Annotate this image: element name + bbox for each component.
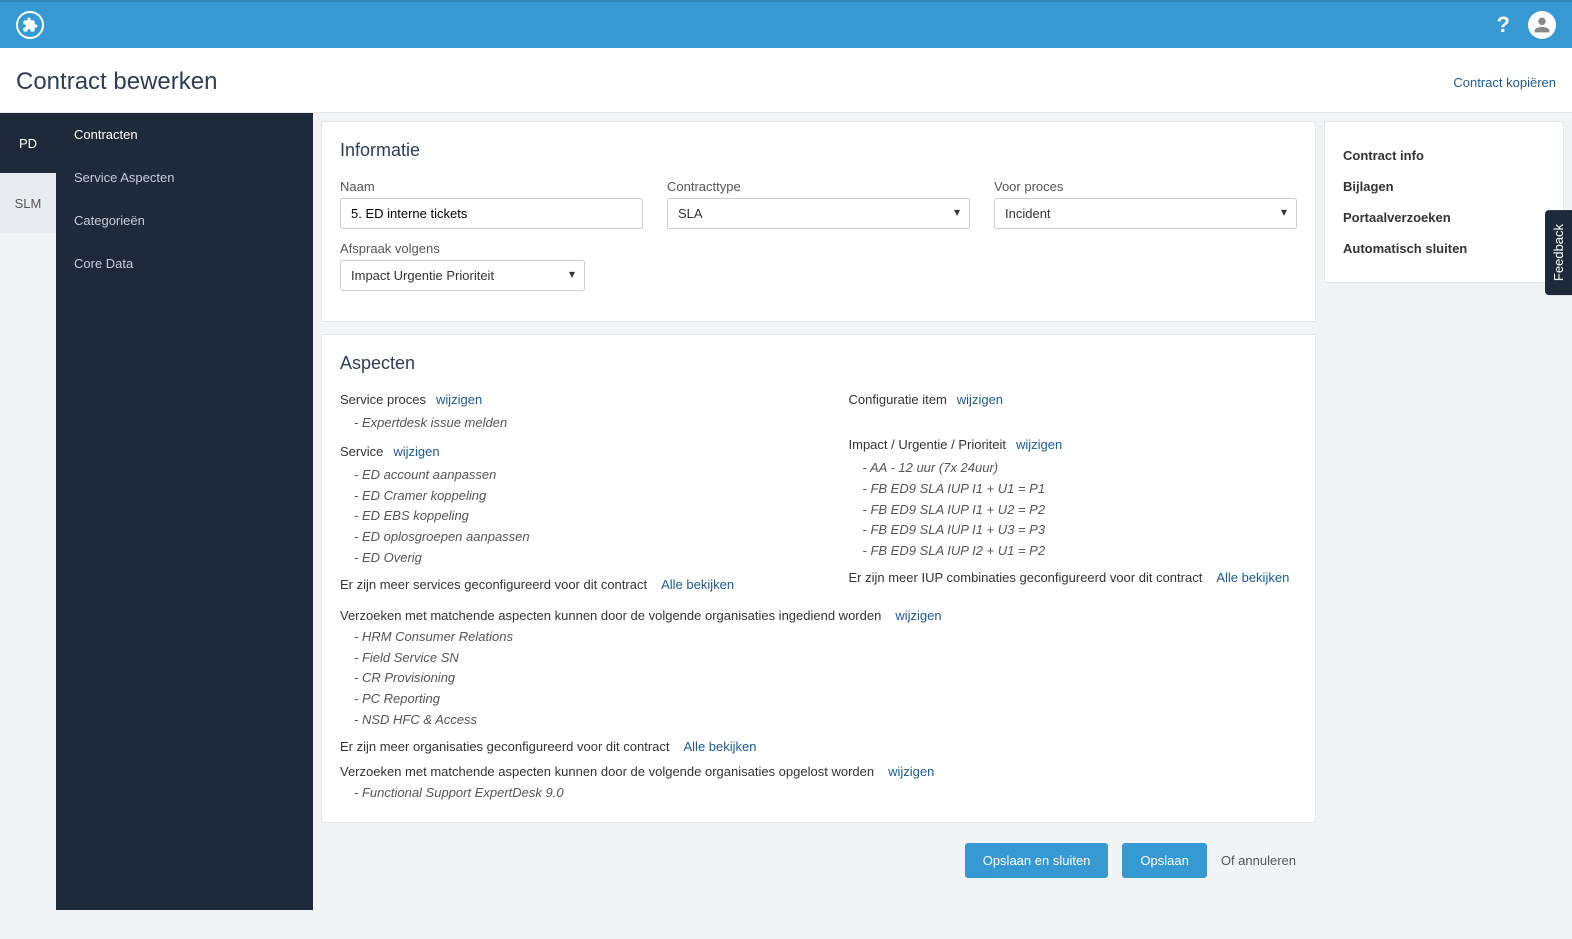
list-item: FB ED9 SLA IUP I1 + U1 = P1 — [863, 479, 1298, 500]
sidebar-tab-pd[interactable]: PD — [0, 113, 56, 173]
informatie-card: Informatie Naam Contracttype SLA Voor pr… — [321, 121, 1316, 322]
iup-wijzigen[interactable]: wijzigen — [1016, 437, 1062, 452]
aspect-col-right: Configuratie item wijzigen Impact / Urge… — [849, 392, 1298, 596]
org-indienen-label: Verzoeken met matchende aspecten kunnen … — [340, 608, 881, 623]
list-item: Functional Support ExpertDesk 9.0 — [354, 783, 1297, 804]
sidebar-tabs: PD SLM — [0, 113, 56, 910]
page-title: Contract bewerken — [16, 68, 217, 96]
org-indienen-more-text: Er zijn meer organisaties geconfigureerd… — [340, 739, 670, 754]
org-oplossen-label: Verzoeken met matchende aspecten kunnen … — [340, 764, 874, 779]
list-item: CR Provisioning — [354, 668, 1297, 689]
field-afspraak: Afspraak volgens Impact Urgentie Priorit… — [340, 241, 585, 291]
service-more-text: Er zijn meer services geconfigureerd voo… — [340, 577, 647, 592]
sidebar-item-contracten[interactable]: Contracten — [56, 113, 313, 156]
afspraak-select[interactable]: Impact Urgentie Prioriteit — [340, 260, 585, 291]
topbar: ? — [0, 0, 1572, 48]
cancel-link[interactable]: Of annuleren — [1221, 853, 1296, 868]
list-item: Field Service SN — [354, 648, 1297, 669]
iup-more-text: Er zijn meer IUP combinaties geconfigure… — [849, 570, 1203, 585]
org-oplossen-wijzigen[interactable]: wijzigen — [888, 764, 934, 779]
right-column: Contract info Bijlagen Portaalverzoeken … — [1324, 121, 1564, 902]
aspecten-card: Aspecten Service proces wijzigen Expertd… — [321, 334, 1316, 823]
list-item: NSD HFC & Access — [354, 710, 1297, 731]
sidebar-item-core-data[interactable]: Core Data — [56, 242, 313, 285]
save-button[interactable]: Opslaan — [1122, 843, 1206, 878]
list-item: ED Overig — [354, 548, 789, 569]
iup-list: AA - 12 uur (7x 24uur) FB ED9 SLA IUP I1… — [849, 458, 1298, 562]
list-item: FB ED9 SLA IUP I2 + U1 = P2 — [863, 541, 1298, 562]
informatie-title: Informatie — [340, 140, 1297, 161]
topbar-left — [16, 11, 44, 39]
contracttype-select[interactable]: SLA — [667, 198, 970, 229]
layout: PD SLM Contracten Service Aspecten Categ… — [0, 113, 1572, 910]
contracttype-label: Contracttype — [667, 179, 970, 194]
main-column: Informatie Naam Contracttype SLA Voor pr… — [321, 121, 1316, 902]
org-indienen-wijzigen[interactable]: wijzigen — [895, 608, 941, 623]
list-item: AA - 12 uur (7x 24uur) — [863, 458, 1298, 479]
avatar[interactable] — [1528, 11, 1556, 39]
feedback-tab[interactable]: Feedback — [1545, 210, 1572, 295]
naam-input[interactable] — [340, 198, 643, 229]
config-item-wijzigen[interactable]: wijzigen — [957, 392, 1003, 407]
right-menu-card: Contract info Bijlagen Portaalverzoeken … — [1324, 121, 1564, 283]
aspect-col-left: Service proces wijzigen Expertdesk issue… — [340, 392, 789, 596]
voorproces-label: Voor proces — [994, 179, 1297, 194]
org-indienen-list: HRM Consumer Relations Field Service SN … — [340, 627, 1297, 731]
list-item: PC Reporting — [354, 689, 1297, 710]
list-item: ED oplosgroepen aanpassen — [354, 527, 789, 548]
iup-alle-bekijken[interactable]: Alle bekijken — [1216, 570, 1289, 585]
list-item: FB ED9 SLA IUP I1 + U2 = P2 — [863, 500, 1298, 521]
service-alle-bekijken[interactable]: Alle bekijken — [661, 577, 734, 592]
service-wijzigen[interactable]: wijzigen — [393, 444, 439, 459]
content: Informatie Naam Contracttype SLA Voor pr… — [313, 113, 1572, 910]
list-item: HRM Consumer Relations — [354, 627, 1297, 648]
service-label: Service — [340, 444, 383, 459]
right-menu-automatisch-sluiten[interactable]: Automatisch sluiten — [1343, 233, 1545, 264]
button-row: Opslaan en sluiten Opslaan Of annuleren — [321, 835, 1316, 902]
save-close-button[interactable]: Opslaan en sluiten — [965, 843, 1109, 878]
config-item-label: Configuratie item — [849, 392, 947, 407]
service-proces-wijzigen[interactable]: wijzigen — [436, 392, 482, 407]
aspecten-title: Aspecten — [340, 353, 1297, 374]
right-menu-contract-info[interactable]: Contract info — [1343, 140, 1545, 171]
afspraak-label: Afspraak volgens — [340, 241, 585, 256]
right-menu-portaalverzoeken[interactable]: Portaalverzoeken — [1343, 202, 1545, 233]
service-proces-label: Service proces — [340, 392, 426, 407]
service-list: ED account aanpassen ED Cramer koppeling… — [340, 465, 789, 569]
naam-label: Naam — [340, 179, 643, 194]
help-icon[interactable]: ? — [1497, 12, 1510, 38]
copy-contract-link[interactable]: Contract kopiëren — [1453, 75, 1556, 90]
field-contracttype: Contracttype SLA — [667, 179, 970, 229]
sidebar-item-categorieen[interactable]: Categorieën — [56, 199, 313, 242]
iup-label: Impact / Urgentie / Prioriteit — [849, 437, 1007, 452]
list-item: ED EBS koppeling — [354, 506, 789, 527]
page-header: Contract bewerken Contract kopiëren — [0, 48, 1572, 113]
field-voorproces: Voor proces Incident — [994, 179, 1297, 229]
list-item: ED account aanpassen — [354, 465, 789, 486]
topbar-right: ? — [1497, 11, 1556, 39]
org-oplossen-list: Functional Support ExpertDesk 9.0 — [340, 783, 1297, 804]
logo-icon[interactable] — [16, 11, 44, 39]
field-naam: Naam — [340, 179, 643, 229]
service-proces-list: Expertdesk issue melden — [340, 413, 789, 434]
list-item: FB ED9 SLA IUP I1 + U3 = P3 — [863, 520, 1298, 541]
list-item: Expertdesk issue melden — [354, 413, 789, 434]
sidebar-item-service-aspecten[interactable]: Service Aspecten — [56, 156, 313, 199]
list-item: ED Cramer koppeling — [354, 486, 789, 507]
sidebar-tab-slm[interactable]: SLM — [0, 173, 56, 233]
org-indienen-alle-bekijken[interactable]: Alle bekijken — [684, 739, 757, 754]
voorproces-select[interactable]: Incident — [994, 198, 1297, 229]
right-menu-bijlagen[interactable]: Bijlagen — [1343, 171, 1545, 202]
sidebar-menu: Contracten Service Aspecten Categorieën … — [56, 113, 313, 910]
